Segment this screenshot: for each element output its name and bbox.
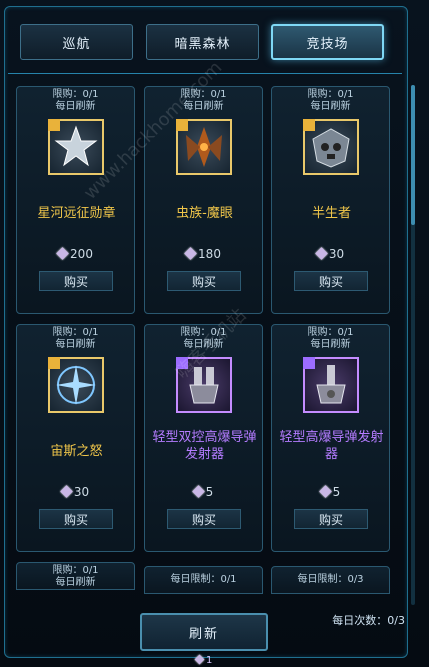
item-price: 30 [17, 485, 134, 499]
item-name: 轻型高爆导弹发射器 [279, 430, 384, 462]
gem-icon [191, 485, 205, 498]
purchase-limit: 限购：0/1 [307, 89, 354, 100]
shop-item-card: 限购：0/1 每日刷新 虫族-魔眼 180 购买 [144, 86, 263, 314]
shop-item-card: 限购：0/1 每日刷新 轻型高爆导弹发射器 5 购买 [271, 324, 390, 552]
scrollbar-thumb[interactable] [411, 85, 415, 225]
item-icon-frame[interactable] [176, 357, 232, 413]
tab-arena[interactable]: 竞技场 [271, 24, 384, 60]
shop-item-card-partial: 每日限制：0/3 [271, 566, 390, 594]
tab-bar: 巡航 暗黑森林 竞技场 [16, 24, 390, 64]
item-price: 5 [272, 485, 389, 499]
divider [8, 73, 402, 74]
item-icon-frame[interactable] [303, 119, 359, 175]
purchase-limit: 限购：0/1 [52, 565, 99, 576]
item-price: 180 [145, 247, 262, 261]
daily-refresh-label: 每日刷新 [183, 339, 224, 350]
shop-item-card: 限购：0/1 每日刷新 星河远征勋章 200 购买 [16, 86, 135, 314]
refresh-cost-value: 1 [206, 655, 213, 666]
tab-label: 巡航 [62, 36, 91, 52]
item-price: 5 [145, 485, 262, 499]
item-price: 200 [17, 247, 134, 261]
daily-refresh-label: 每日刷新 [55, 101, 96, 112]
item-name: 半生者 [311, 206, 351, 221]
shop-item-card: 限购：0/1 每日刷新 宙斯之怒 30 购买 [16, 324, 135, 552]
purchase-limit: 限购：0/1 [52, 327, 99, 338]
purchase-limit: 限购：0/1 [180, 327, 227, 338]
shop-item-card: 限购：0/1 每日刷新 轻型双控高爆导弹发射器 5 购买 [144, 324, 263, 552]
item-icon-frame[interactable] [48, 357, 104, 413]
price-value: 200 [70, 247, 93, 261]
daily-count-label: 每日次数： [332, 614, 388, 627]
tier-badge-icon [176, 357, 188, 369]
scrollbar[interactable] [411, 85, 415, 605]
tab-label: 竞技场 [306, 36, 349, 52]
price-value: 30 [328, 247, 345, 261]
item-icon-frame[interactable] [176, 119, 232, 175]
buy-label: 购买 [191, 274, 216, 289]
buy-button[interactable]: 购买 [167, 509, 241, 529]
buy-button[interactable]: 购买 [167, 271, 241, 291]
tab-dark-forest[interactable]: 暗黑森林 [146, 24, 259, 60]
daily-refresh-label: 每日刷新 [55, 577, 96, 588]
tier-badge-icon [48, 357, 60, 369]
buy-button[interactable]: 购买 [294, 271, 368, 291]
price-value: 5 [332, 485, 341, 499]
refresh-label: 刷新 [188, 626, 219, 642]
buy-label: 购买 [191, 512, 216, 527]
daily-refresh-count: 每日次数：0/3 [332, 612, 405, 628]
gem-icon [318, 485, 332, 498]
purchase-limit: 限购：0/1 [52, 89, 99, 100]
purchase-limit: 限购：0/1 [307, 327, 354, 338]
refresh-button[interactable]: 刷新 [140, 613, 268, 651]
daily-limit: 每日限制：0/3 [297, 574, 364, 585]
item-icon-frame[interactable] [48, 119, 104, 175]
shop-item-card-partial: 每日限制：0/1 [144, 566, 263, 594]
shop-item-card-partial: 限购：0/1 每日刷新 [16, 562, 135, 590]
price-value: 180 [198, 247, 221, 261]
daily-refresh-label: 每日刷新 [310, 101, 351, 112]
buy-label: 购买 [318, 512, 343, 527]
daily-refresh-label: 每日刷新 [310, 339, 351, 350]
item-name: 宙斯之怒 [50, 444, 103, 459]
tab-cruise[interactable]: 巡航 [20, 24, 133, 60]
daily-limit: 每日限制：0/1 [170, 574, 237, 585]
buy-button[interactable]: 购买 [39, 509, 113, 529]
buy-label: 购买 [318, 274, 343, 289]
gem-icon [56, 247, 69, 260]
tier-badge-icon [303, 357, 315, 369]
buy-label: 购买 [63, 512, 88, 527]
daily-refresh-label: 每日刷新 [55, 339, 96, 350]
gem-icon [59, 485, 73, 498]
shop-item-card: 限购：0/1 每日刷新 半生者 30 购买 [271, 86, 390, 314]
item-name: 虫族-魔眼 [176, 206, 233, 221]
purchase-limit: 限购：0/1 [180, 89, 227, 100]
buy-button[interactable]: 购买 [39, 271, 113, 291]
buy-label: 购买 [63, 274, 88, 289]
tier-badge-icon [176, 119, 188, 131]
gem-icon [184, 247, 197, 260]
gem-icon [194, 654, 205, 665]
price-value: 30 [73, 485, 90, 499]
item-price: 30 [272, 247, 389, 261]
daily-count-value: 0/3 [387, 614, 405, 627]
tier-badge-icon [48, 119, 60, 131]
buy-button[interactable]: 购买 [294, 509, 368, 529]
item-name: 轻型双控高爆导弹发射器 [152, 430, 257, 462]
refresh-cost: 1 [194, 654, 213, 666]
tab-label: 暗黑森林 [174, 36, 231, 52]
gem-icon [314, 247, 328, 260]
daily-refresh-label: 每日刷新 [183, 101, 224, 112]
price-value: 5 [205, 485, 214, 499]
tier-badge-icon [303, 119, 315, 131]
item-name: 星河远征勋章 [37, 206, 116, 221]
item-icon-frame[interactable] [303, 357, 359, 413]
